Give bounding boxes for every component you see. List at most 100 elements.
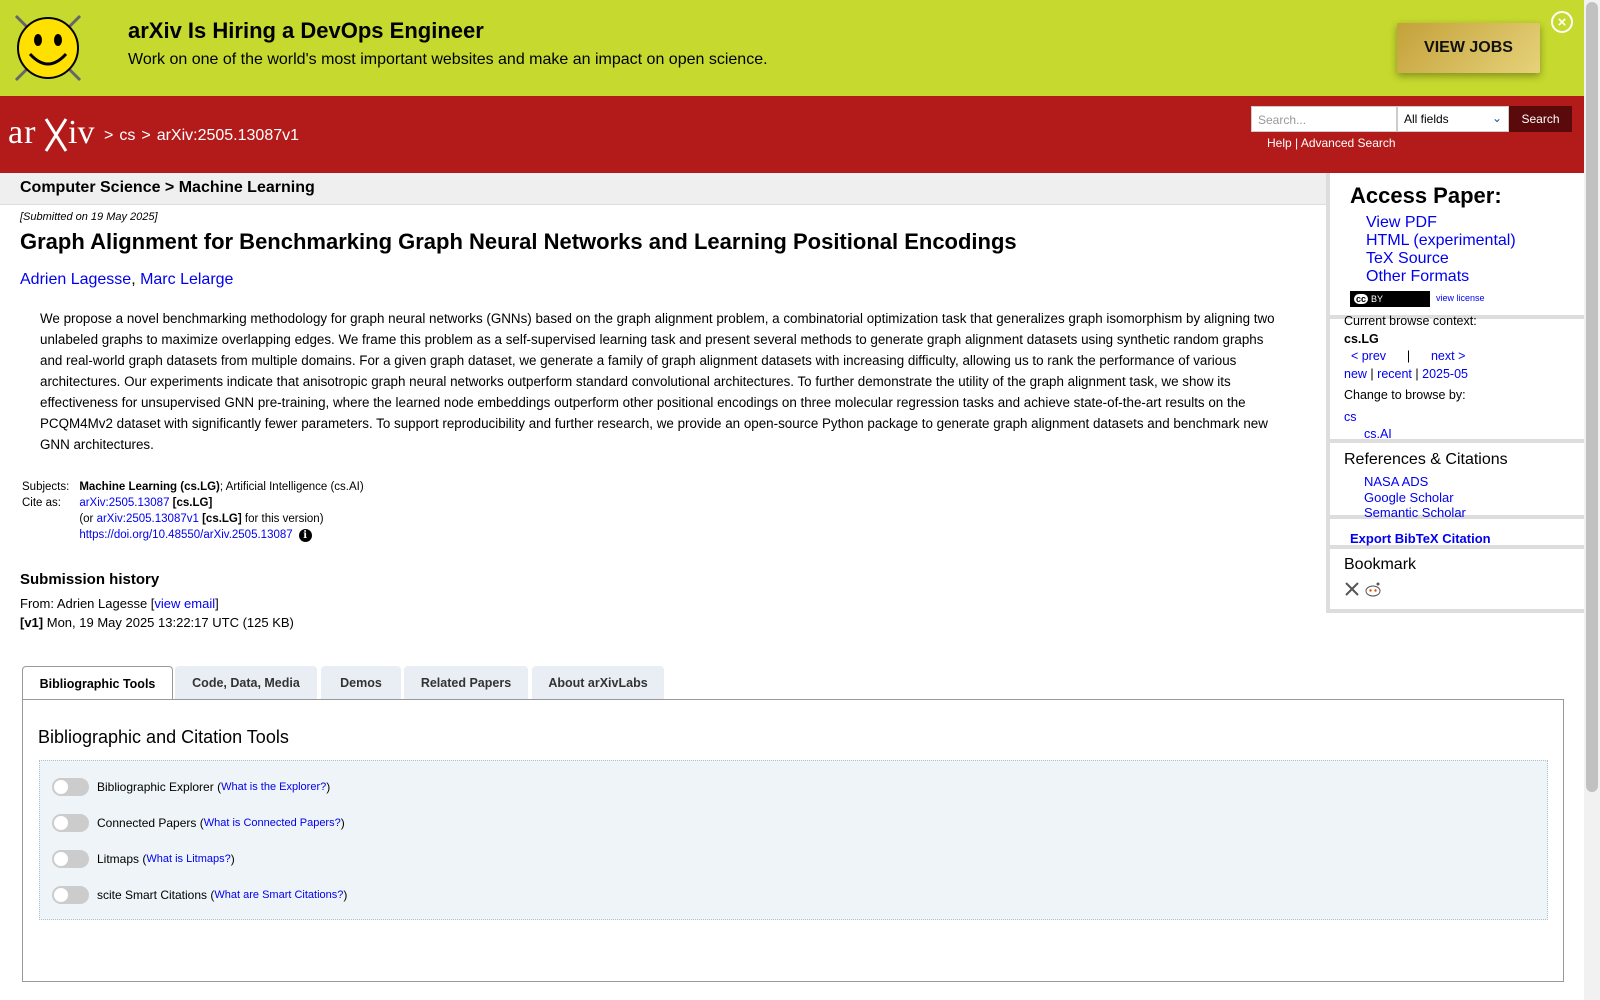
tab-related-papers[interactable]: Related Papers (404, 666, 528, 699)
month-link[interactable]: 2025-05 (1422, 367, 1468, 381)
tab-about-arxivlabs[interactable]: About arXivLabs (532, 666, 664, 699)
advanced-search-link[interactable]: Advanced Search (1301, 136, 1396, 150)
export-bibtex-link[interactable]: Export BibTeX Citation (1350, 531, 1491, 546)
scrollbar-thumb[interactable] (1586, 2, 1598, 792)
tool-help-link[interactable]: What is Connected Papers? (204, 817, 341, 829)
from-suffix: ] (215, 596, 219, 611)
svg-text:ar: ar (8, 114, 36, 151)
help-links: Help | Advanced Search (1267, 136, 1396, 150)
litmaps-toggle[interactable] (52, 850, 89, 868)
cite-label: Cite as: (22, 497, 61, 509)
from-prefix: From: Adrien Lagesse [ (20, 596, 155, 611)
cite-version: (or arXiv:2505.13087v1 [cs.LG] for this … (77, 511, 365, 527)
view-pdf-link[interactable]: View PDF (1366, 214, 1437, 231)
doi-row: https://doi.org/10.48550/arXiv.2505.1308… (77, 527, 365, 544)
browse-csai-link[interactable]: cs.AI (1364, 427, 1392, 441)
refs-links: NASA ADS Google Scholar Semantic Scholar (1364, 474, 1466, 521)
tool-help-link[interactable]: What is Litmaps? (146, 853, 230, 865)
subjects-label: Subjects: (22, 481, 70, 493)
cite-v1-category: [cs.LG] (202, 513, 242, 525)
submitted-date: [Submitted on 19 May 2025] (20, 211, 158, 223)
context-value: cs.LG (1344, 331, 1379, 346)
html-link[interactable]: HTML (experimental) (1366, 232, 1516, 249)
panel-title: Bibliographic and Citation Tools (38, 727, 289, 747)
smiley-logo-icon (14, 14, 82, 82)
refs-title: References & Citations (1344, 451, 1508, 468)
author-separator: , (131, 271, 141, 288)
cite-id-link[interactable]: arXiv:2505.13087 (79, 497, 169, 509)
scite-toggle[interactable] (52, 886, 89, 904)
submission-from: From: Adrien Lagesse [view email] (20, 596, 219, 611)
tool-row: scite Smart Citations (What are Smart Ci… (52, 886, 347, 904)
hiring-banner: arXiv Is Hiring a DevOps Engineer Work o… (0, 0, 1584, 96)
browse-context: Current browse context: cs.LG < prev | n… (1344, 313, 1477, 444)
cite-or: (or (79, 513, 94, 525)
tool-label: Bibliographic Explorer (97, 780, 214, 794)
bookmark-icons (1344, 581, 1382, 597)
view-jobs-button[interactable]: VIEW JOBS (1397, 23, 1540, 73)
tool-help-link[interactable]: What is the Explorer? (221, 781, 326, 793)
cite-category: [cs.LG] (172, 497, 213, 509)
secondary-subjects: ; Artificial Intelligence (cs.AI) (219, 481, 364, 493)
next-link[interactable]: next > (1431, 349, 1465, 363)
help-link[interactable]: Help (1267, 136, 1292, 150)
cc-license-badge[interactable]: cc BY (1350, 291, 1430, 307)
doi-link[interactable]: https://doi.org/10.48550/arXiv.2505.1308… (79, 529, 292, 541)
tool-row: Litmaps (What is Litmaps?) (52, 850, 235, 868)
banner-title: arXiv Is Hiring a DevOps Engineer (128, 18, 484, 43)
search-button[interactable]: Search (1509, 106, 1572, 132)
sidebar: Access Paper: View PDF HTML (experimenta… (1326, 173, 1584, 613)
other-formats-link[interactable]: Other Formats (1366, 268, 1469, 285)
bookmark-title: Bookmark (1344, 556, 1417, 573)
view-license-link[interactable]: view license (1436, 293, 1485, 303)
subjects-value: Machine Learning (cs.LG); Artificial Int… (77, 479, 365, 495)
breadcrumb-sep: > (104, 127, 114, 144)
breadcrumb-sep: > (141, 127, 151, 144)
google-scholar-link[interactable]: Google Scholar (1364, 490, 1454, 505)
author-link[interactable]: Adrien Lagesse (20, 271, 131, 288)
prev-link[interactable]: < prev (1351, 349, 1386, 363)
tools-box: Bibliographic Explorer (What is the Expl… (39, 760, 1548, 920)
info-icon[interactable]: i (298, 529, 312, 542)
tool-label: Litmaps (97, 852, 140, 866)
tab-bibliographic-tools[interactable]: Bibliographic Tools (22, 666, 173, 701)
browse-cs-link[interactable]: cs (1344, 410, 1357, 424)
connected-papers-toggle[interactable] (52, 814, 89, 832)
tool-label: scite Smart Citations (97, 888, 208, 902)
tool-row: Connected Papers (What is Connected Pape… (52, 814, 345, 832)
tool-row: Bibliographic Explorer (What is the Expl… (52, 778, 330, 796)
search-field-value: All fields (1404, 112, 1449, 126)
view-email-link[interactable]: view email (154, 596, 215, 611)
chevron-down-icon: ⌄ (1491, 111, 1502, 125)
search-field-select[interactable]: All fields ⌄ (1397, 106, 1509, 132)
reddit-icon[interactable] (1364, 581, 1382, 597)
tab-code-data-media[interactable]: Code, Data, Media (175, 666, 317, 699)
semantic-scholar-link[interactable]: Semantic Scholar (1364, 505, 1466, 520)
site-header: ar iv > cs > arXiv:2505.13087v1 Search... A… (0, 96, 1584, 173)
pipe-separator: | (1415, 366, 1419, 381)
tool-label: Connected Papers (97, 816, 197, 830)
version-date: Mon, 19 May 2025 13:22:17 UTC (125 KB) (43, 615, 294, 630)
breadcrumb-cs[interactable]: cs (119, 127, 135, 144)
bibliographic-explorer-toggle[interactable] (52, 778, 89, 796)
authors: Adrien Lagesse, Marc Lelarge (20, 271, 233, 289)
nasa-ads-link[interactable]: NASA ADS (1364, 474, 1428, 489)
new-link[interactable]: new (1344, 367, 1367, 381)
scrollbar[interactable] (1584, 0, 1600, 1000)
breadcrumb-paper-id: arXiv:2505.13087v1 (156, 127, 300, 144)
list-links: new | recent | 2025-05 (1344, 366, 1477, 384)
cite-v1-link[interactable]: arXiv:2505.13087v1 (97, 513, 199, 525)
search-input[interactable]: Search... (1251, 106, 1397, 132)
recent-link[interactable]: recent (1377, 367, 1412, 381)
bibsonomy-icon[interactable] (1344, 581, 1360, 597)
paper-title: Graph Alignment for Benchmarking Graph N… (20, 229, 1017, 254)
breadcrumb: > cs > arXiv:2505.13087v1 (104, 127, 305, 145)
tab-panel: Bibliographic and Citation Tools Bibliog… (22, 699, 1564, 982)
tab-demos[interactable]: Demos (321, 666, 401, 699)
tool-help-link[interactable]: What are Smart Citations? (214, 889, 343, 901)
close-icon[interactable]: × (1551, 11, 1573, 33)
arxiv-logo[interactable]: ar iv (8, 111, 100, 155)
author-link[interactable]: Marc Lelarge (140, 271, 233, 288)
tex-source-link[interactable]: TeX Source (1366, 250, 1449, 267)
context-label: Current browse context: (1344, 314, 1477, 328)
